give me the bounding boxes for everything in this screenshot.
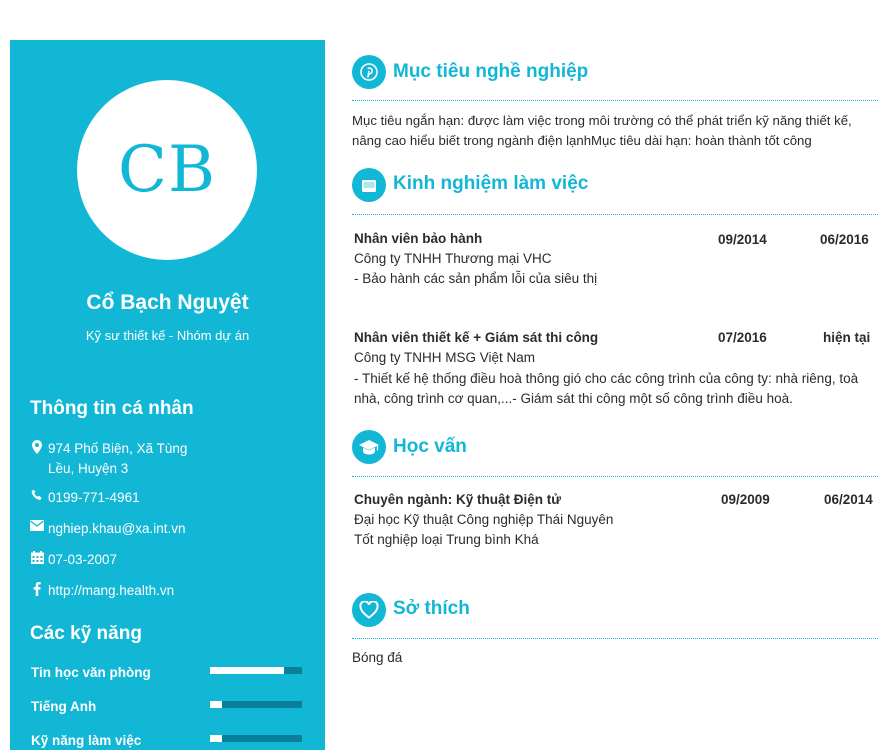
section-divider	[352, 214, 878, 215]
address-line-2: Lều, Huyện 3	[48, 461, 129, 476]
education-title: Học vấn	[393, 436, 467, 457]
avatar-initials: CB	[118, 133, 216, 207]
education-grade: Tốt nghiệp loại Trung bình Khá	[354, 532, 539, 547]
job-start-date: 09/2014	[718, 232, 767, 247]
skills-heading: Các kỹ năng	[30, 623, 142, 644]
phone-row: 0199-771-4961	[30, 488, 310, 508]
section-divider	[352, 638, 878, 639]
job-description: - Thiết kế hệ thống điều hoà thông gió c…	[354, 371, 859, 406]
skill-label: Tiếng Anh	[31, 699, 97, 714]
job-title: Nhân viên bảo hành	[354, 231, 483, 246]
skill-bar-fill	[210, 701, 222, 708]
skill-bar	[210, 735, 302, 742]
skill-bar-fill	[210, 735, 222, 742]
section-divider	[352, 100, 878, 101]
education-school: Đại học Kỹ thuật Công nghiệp Thái Nguyên	[354, 512, 614, 527]
phone-text: 0199-771-4961	[48, 490, 140, 505]
education-start-date: 09/2009	[721, 492, 770, 507]
objective-text: Mục tiêu ngắn hạn: được làm việc trong m…	[352, 113, 852, 148]
job-company: Công ty TNHH Thương mại VHC	[354, 251, 552, 266]
address-row: 974 Phố Biện, Xã Tùng Lều, Huyện 3	[30, 439, 310, 479]
email-text: nghiep.khau@xa.int.vn	[48, 521, 186, 536]
skill-bar	[210, 701, 302, 708]
facebook-icon	[30, 582, 44, 600]
skill-bar	[210, 667, 302, 674]
address-line-1: 974 Phố Biện, Xã Tùng	[48, 441, 188, 456]
skill-label: Tin học văn phòng	[31, 665, 151, 680]
skill-bar-fill	[210, 667, 284, 674]
email-row: nghiep.khau@xa.int.vn	[30, 519, 310, 539]
job-title: Nhân viên thiết kế + Giám sát thi công	[354, 330, 599, 345]
heart-icon	[352, 593, 386, 627]
job-end-date: hiện tại	[823, 330, 871, 345]
pinterest-icon	[352, 55, 386, 89]
skill-label: Kỹ năng làm việc	[31, 733, 142, 748]
job-end-date: 06/2016	[820, 232, 869, 247]
map-marker-icon	[30, 440, 44, 458]
birthdate-row: 07-03-2007	[30, 550, 310, 570]
avatar: CB	[77, 80, 257, 260]
envelope-icon	[30, 520, 44, 538]
objective-title: Mục tiêu nghề nghiệp	[393, 61, 589, 82]
phone-icon	[30, 489, 44, 507]
education-major: Chuyên ngành: Kỹ thuật Điện tử	[354, 492, 562, 507]
personal-info-heading: Thông tin cá nhân	[30, 398, 194, 419]
birthdate-text: 07-03-2007	[48, 552, 118, 567]
calendar-icon	[30, 551, 44, 569]
main-content: Mục tiêu nghề nghiệp Mục tiêu ngắn hạn: …	[352, 0, 882, 750]
job-start-date: 07/2016	[718, 330, 767, 345]
job-description: - Bảo hành các sản phẩm lỗi của siêu thị	[354, 271, 598, 286]
section-divider	[352, 476, 878, 477]
education-end-date: 06/2014	[824, 492, 873, 507]
website-row: http://mang.health.vn	[30, 581, 310, 601]
hobbies-title: Sở thích	[393, 598, 470, 619]
experience-title: Kinh nghiệm làm việc	[393, 173, 589, 194]
job-company: Công ty TNHH MSG Việt Nam	[354, 350, 536, 365]
briefcase-icon	[352, 168, 386, 202]
graduation-cap-icon	[352, 430, 386, 464]
website-link[interactable]: http://mang.health.vn	[48, 581, 310, 601]
profile-role: Kỹ sư thiết kế - Nhóm dự án	[85, 328, 250, 343]
hobbies-text: Bóng đá	[352, 650, 403, 665]
sidebar: CB Cổ Bạch Nguyệt Kỹ sư thiết kế - Nhóm …	[10, 40, 325, 750]
profile-name: Cổ Bạch Nguyệt	[86, 291, 249, 314]
